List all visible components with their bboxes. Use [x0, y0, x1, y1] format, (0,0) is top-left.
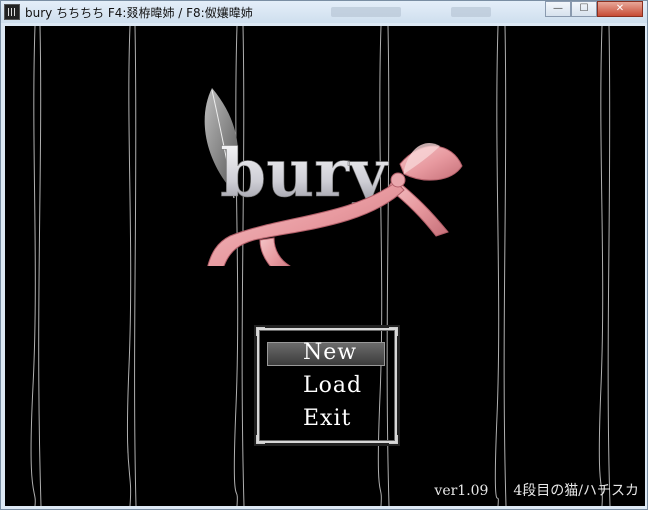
footer-info: ver1.09 4段目の猫/ハチスカ — [434, 480, 639, 500]
app-icon — [4, 4, 20, 20]
game-logo: bury — [204, 88, 463, 266]
blurred-background-text — [451, 7, 491, 17]
window-title: bury ちちちち F4:叕栫暐姉 / F8:伮孃暐姉 — [25, 6, 253, 20]
menu-frame-corner — [256, 327, 265, 336]
menu-item-exit[interactable]: Exit — [303, 406, 351, 431]
version-label: ver1.09 — [434, 483, 489, 499]
menu-item-load[interactable]: Load — [303, 373, 362, 398]
menu-item-new[interactable]: New — [303, 340, 357, 365]
game-screen[interactable]: bury New Load Exit ver1.09 4段目の猫/ハチスカ — [5, 26, 645, 506]
window-titlebar[interactable]: bury ちちちち F4:叕栫暐姉 / F8:伮孃暐姉 — ☐ ✕ — [1, 1, 647, 23]
title-menu: New Load Exit — [256, 327, 398, 444]
menu-frame-corner — [389, 435, 398, 444]
close-button[interactable]: ✕ — [597, 1, 643, 17]
blurred-background-text — [331, 7, 401, 17]
maximize-button[interactable]: ☐ — [571, 1, 597, 17]
credit-label: 4段目の猫/ハチスカ — [513, 483, 639, 499]
menu-frame-corner — [389, 327, 398, 336]
minimize-button[interactable]: — — [545, 1, 571, 17]
game-window: bury ちちちち F4:叕栫暐姉 / F8:伮孃暐姉 — ☐ ✕ bury N… — [0, 0, 648, 510]
menu-frame-corner — [256, 435, 265, 444]
